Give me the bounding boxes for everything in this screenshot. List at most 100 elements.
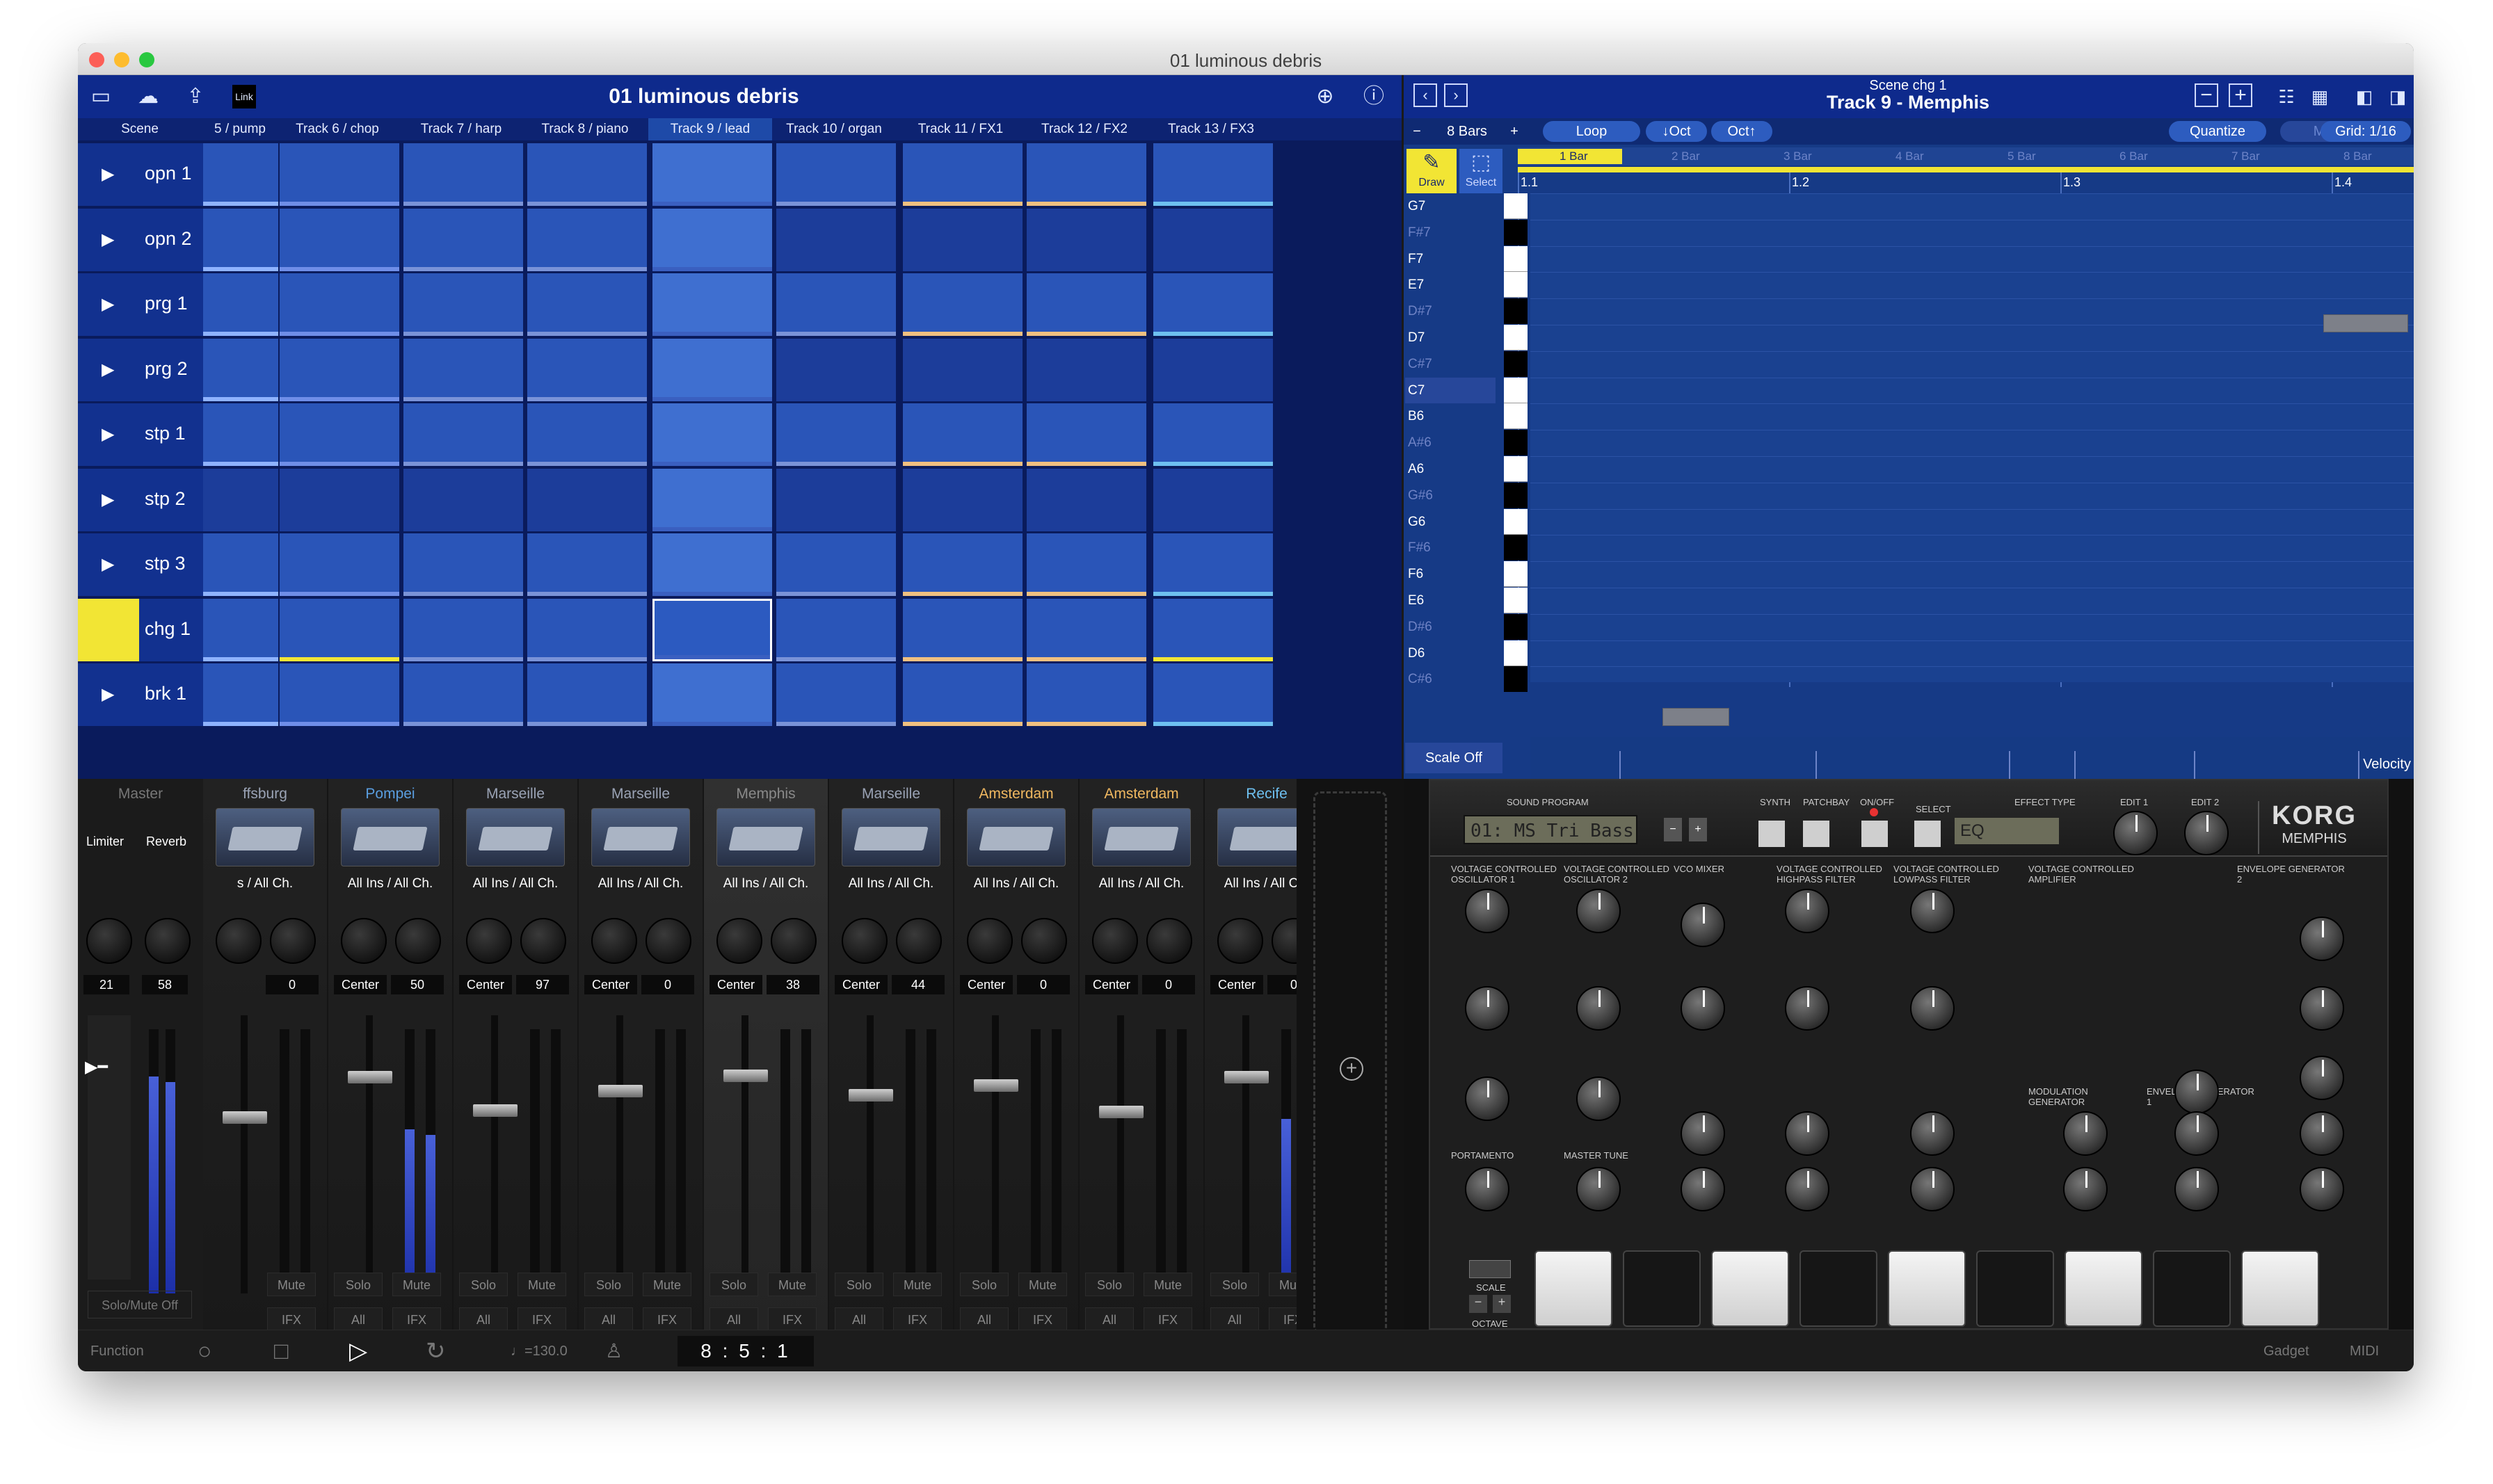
volume-knob[interactable] (395, 918, 441, 964)
clip-slot[interactable] (280, 598, 399, 661)
volume-knob[interactable] (270, 918, 316, 964)
bar-marker[interactable]: 2 Bar (1630, 149, 1734, 164)
gadget-thumbnail[interactable] (341, 808, 440, 866)
clip-slot[interactable] (1153, 338, 1273, 401)
solo-button[interactable]: Solo (710, 1273, 758, 1296)
velocity-stem[interactable] (2358, 751, 2359, 779)
forward-icon[interactable]: › (1444, 83, 1468, 107)
midi-note[interactable] (2323, 314, 2408, 332)
pan-knob[interactable] (716, 918, 762, 964)
track-header[interactable]: Track 6 / chop (275, 118, 399, 140)
clip-slot[interactable] (903, 403, 1023, 466)
fader-cap[interactable] (473, 1104, 518, 1117)
clip-slot[interactable] (403, 598, 523, 661)
pan-knob[interactable] (591, 918, 637, 964)
synth-knob[interactable] (1681, 1167, 1725, 1211)
channel-fader-track[interactable] (616, 1015, 623, 1293)
gadget-thumbnail[interactable] (967, 808, 1066, 866)
onoff-button[interactable] (1861, 821, 1888, 847)
fader-cap[interactable] (348, 1071, 392, 1083)
bar-marker[interactable]: 6 Bar (2078, 149, 2182, 164)
clip-slot[interactable] (1027, 468, 1146, 531)
piano-key[interactable] (1504, 561, 1528, 588)
program-display[interactable]: 01: MS Tri Bass (1464, 815, 1637, 844)
synth-key[interactable] (1976, 1250, 2054, 1327)
clip-slot[interactable] (1027, 403, 1146, 466)
clip-slot[interactable] (776, 143, 896, 206)
track-header[interactable]: Track 13 / FX3 (1149, 118, 1273, 140)
octave-up-button[interactable]: Oct↑ (1711, 121, 1772, 142)
input-channel[interactable]: All Ins / All Ch. (454, 876, 577, 892)
clip-slot[interactable] (203, 338, 278, 401)
fader-cap[interactable] (849, 1089, 893, 1102)
all-button[interactable]: All (710, 1307, 758, 1331)
synth-knob[interactable] (1785, 1167, 1829, 1211)
clip-slot[interactable] (652, 598, 772, 661)
piano-key[interactable] (1504, 482, 1528, 508)
velocity-stem[interactable] (2009, 751, 2010, 779)
metronome-icon[interactable]: ♙ (605, 1330, 623, 1371)
ifx-button[interactable]: IFX (643, 1307, 691, 1331)
solo-button[interactable]: Solo (459, 1273, 508, 1296)
gadget-button[interactable]: Gadget (2263, 1330, 2309, 1371)
pan-knob[interactable] (341, 918, 387, 964)
synth-knob[interactable] (1465, 1167, 1509, 1211)
quantize-button[interactable]: Quantize (2169, 121, 2266, 142)
bar-marker[interactable]: 7 Bar (2190, 149, 2294, 164)
edit2-knob[interactable] (2184, 811, 2229, 855)
piano-key[interactable] (1504, 403, 1528, 430)
input-channel[interactable]: All Ins / All Ch. (328, 876, 452, 892)
channel-fader-track[interactable] (366, 1015, 373, 1293)
clip-slot[interactable] (280, 468, 399, 531)
piano-key[interactable] (1504, 193, 1528, 219)
clip-slot[interactable] (203, 273, 278, 336)
piano-key[interactable] (1504, 377, 1528, 403)
midi-note[interactable] (1662, 708, 1729, 726)
midi-button[interactable]: MIDI (2350, 1330, 2379, 1371)
clip-slot[interactable] (280, 533, 399, 596)
synth-key[interactable] (2153, 1250, 2231, 1327)
clip-slot[interactable] (527, 533, 647, 596)
scene-play-icon[interactable]: ▶ (102, 164, 114, 184)
channel-fader-track[interactable] (992, 1015, 999, 1293)
clip-slot[interactable] (1153, 273, 1273, 336)
ifx-button[interactable]: IFX (392, 1307, 441, 1331)
piano-key[interactable] (1504, 272, 1528, 298)
clip-slot[interactable] (903, 273, 1023, 336)
track-header[interactable]: Track 12 / FX2 (1023, 118, 1146, 140)
tempo-display[interactable]: ♩=130.0 (511, 1330, 568, 1371)
piano-key[interactable] (1504, 298, 1528, 325)
scene-launcher[interactable]: ▶ opn 2 (78, 208, 203, 271)
layout-left-icon[interactable]: ◧ (2351, 83, 2378, 110)
bars-increase-button[interactable]: + (1505, 121, 1523, 142)
clip-slot[interactable] (652, 403, 772, 466)
scene-play-icon[interactable]: ▶ (78, 598, 139, 661)
synth-button[interactable] (1758, 821, 1785, 847)
clip-slot[interactable] (652, 143, 772, 206)
gadget-thumbnail[interactable] (591, 808, 690, 866)
clip-slot[interactable] (652, 468, 772, 531)
synth-key[interactable] (1711, 1250, 1789, 1327)
piano-key[interactable] (1504, 588, 1528, 613)
limiter-button[interactable]: Limiter (86, 834, 124, 849)
synth-knob[interactable] (1576, 889, 1621, 933)
synth-knob[interactable] (1576, 986, 1621, 1031)
clip-slot[interactable] (203, 533, 278, 596)
clip-slot[interactable] (903, 338, 1023, 401)
zoom-in-icon[interactable]: + (2229, 83, 2252, 107)
fader-cap[interactable] (1224, 1071, 1269, 1083)
piano-key[interactable] (1504, 219, 1528, 245)
clip-slot[interactable] (903, 143, 1023, 206)
clip-slot[interactable] (1153, 533, 1273, 596)
solo-button[interactable]: Solo (1085, 1273, 1134, 1296)
clip-slot[interactable] (527, 468, 647, 531)
mute-button[interactable]: Mute (267, 1273, 316, 1296)
clip-slot[interactable] (776, 533, 896, 596)
clip-slot[interactable] (1027, 338, 1146, 401)
scale-key-button[interactable] (1469, 1260, 1511, 1278)
clip-slot[interactable] (280, 338, 399, 401)
gadget-name[interactable]: ffsburg (203, 786, 327, 803)
gadget-name[interactable]: Pompei (328, 786, 452, 803)
bars-decrease-button[interactable]: − (1408, 121, 1426, 142)
octave-down-button[interactable]: ↓Oct (1646, 121, 1707, 142)
